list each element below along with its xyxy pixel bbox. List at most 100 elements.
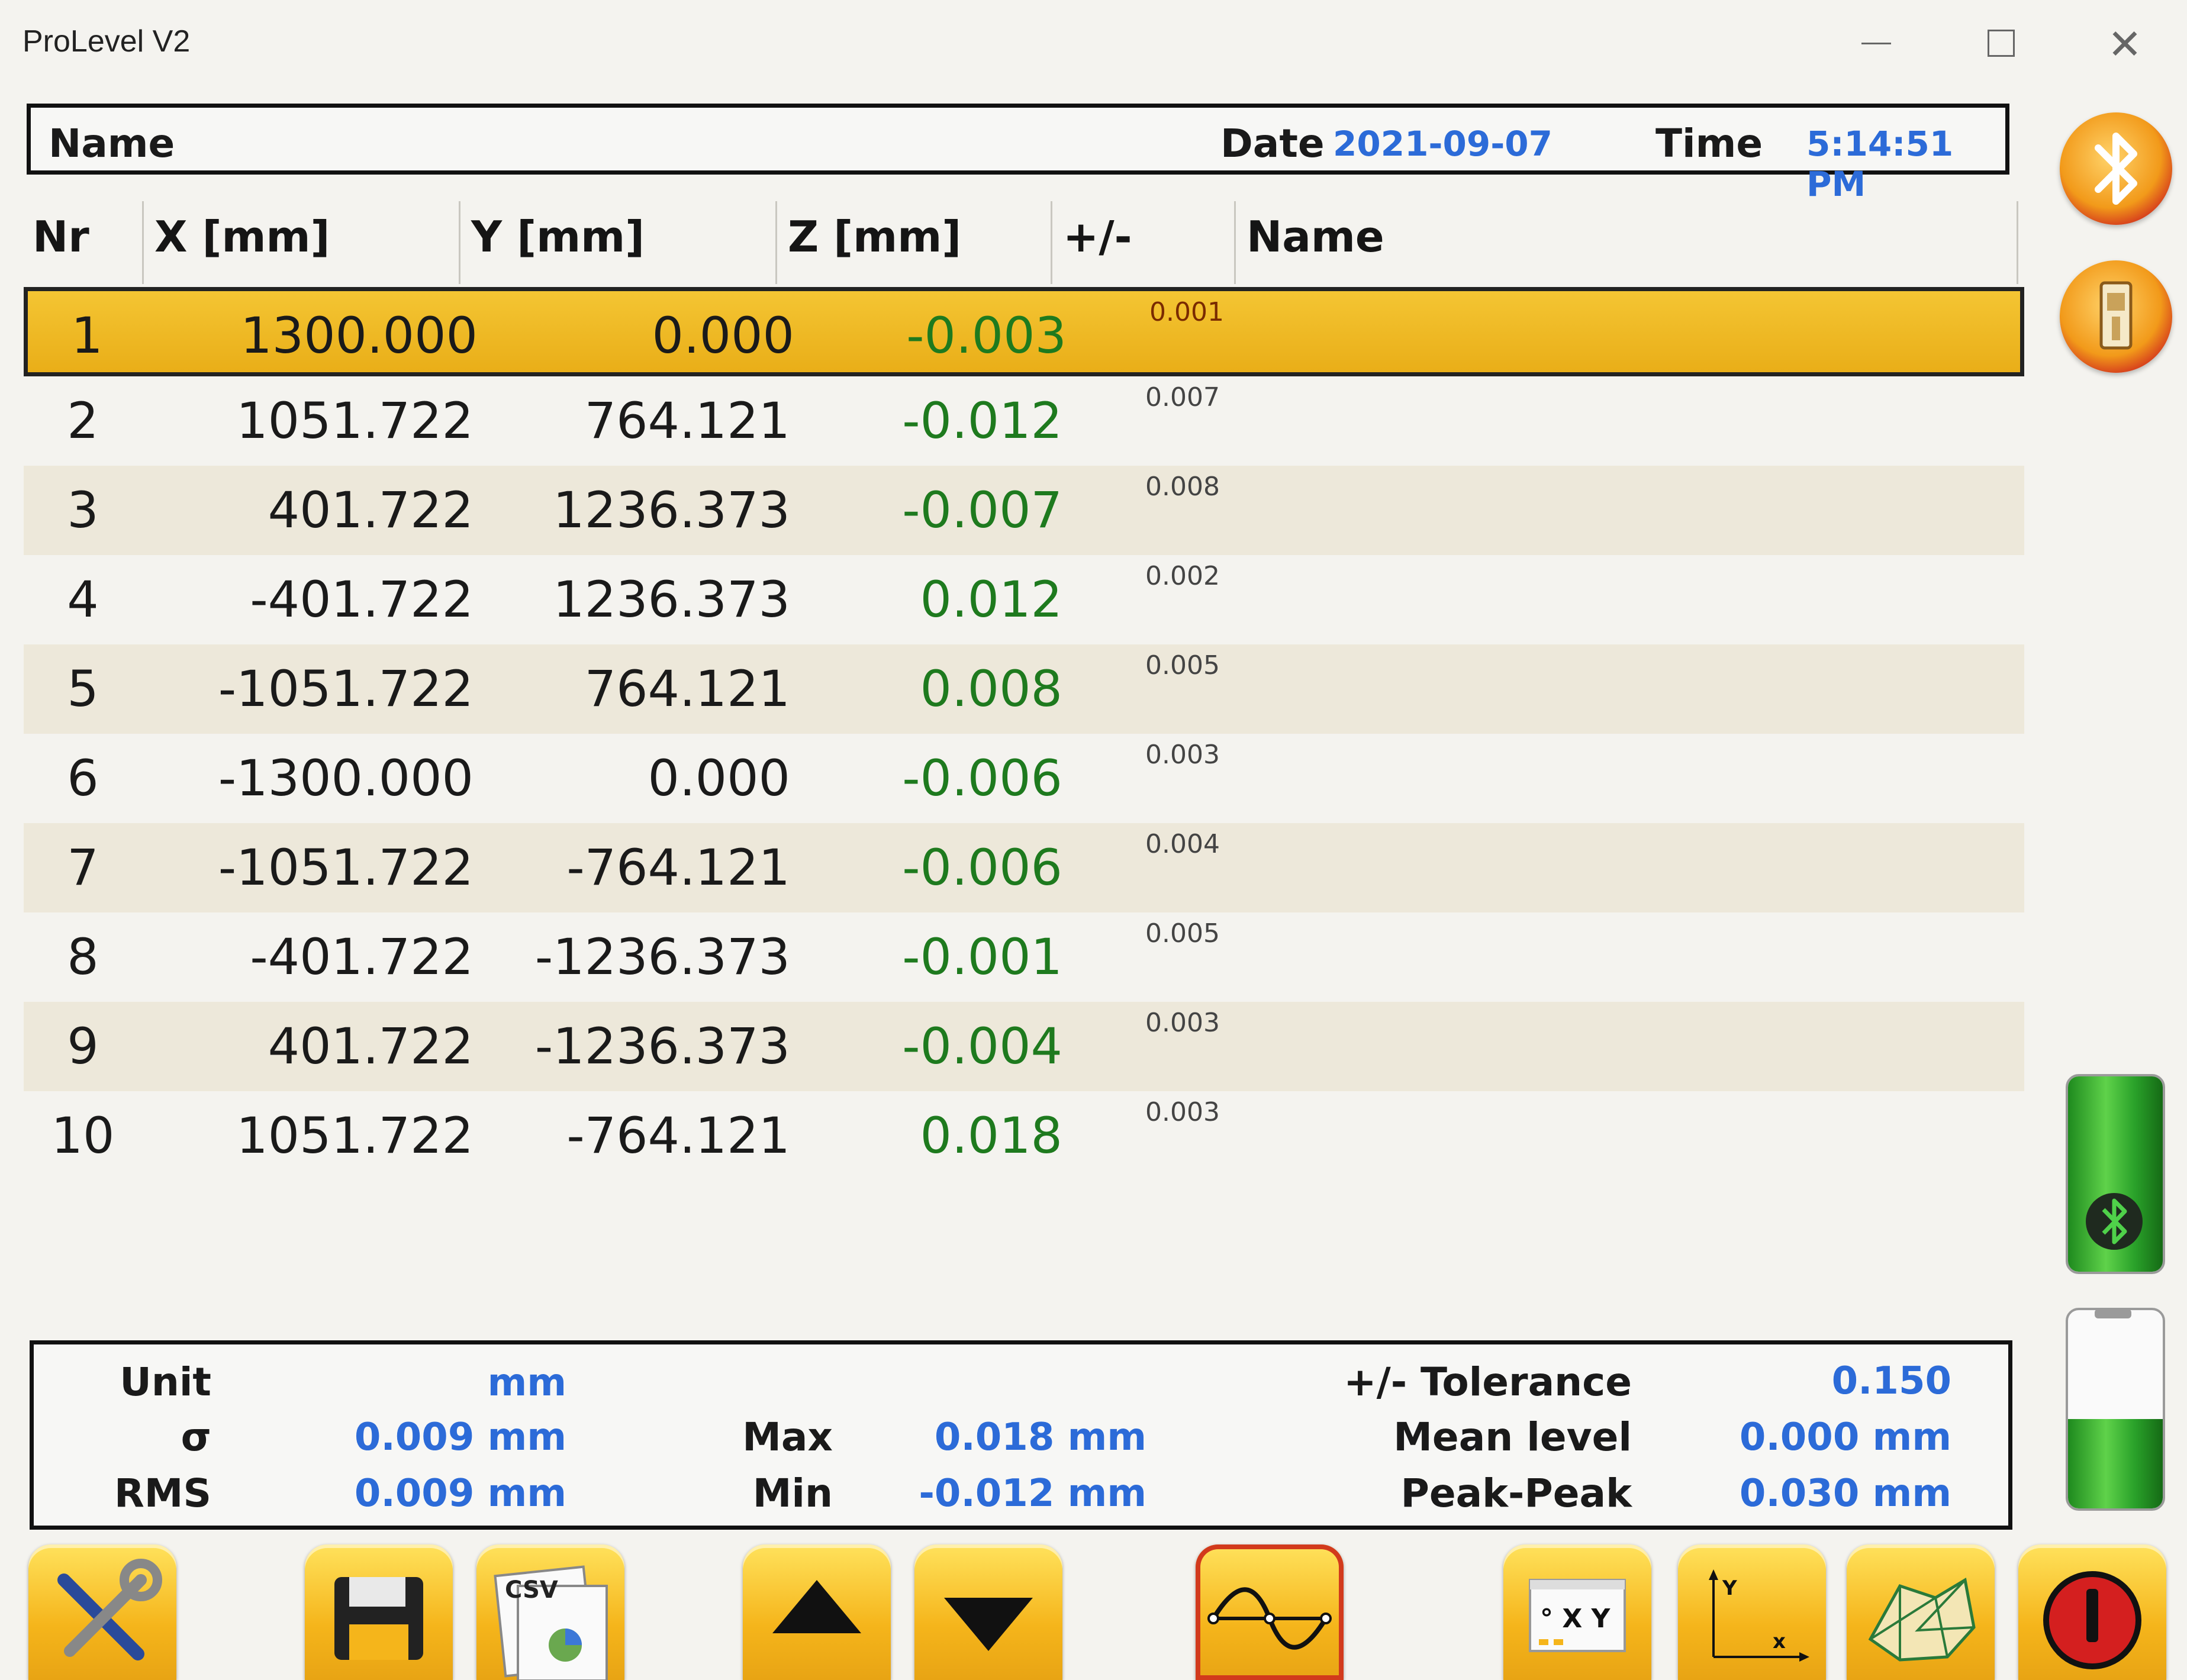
settings-button[interactable] — [28, 1544, 176, 1680]
cell-z: 0.018 — [920, 1107, 1062, 1165]
xy-window-icon: ° X Y — [1529, 1579, 1626, 1652]
cell-tolerance: 0.001 — [1149, 297, 1224, 327]
table-row[interactable]: 6 -1300.000 0.000 -0.006 0.003 — [24, 734, 2024, 823]
move-down-button[interactable] — [914, 1544, 1062, 1680]
save-button[interactable] — [305, 1544, 453, 1680]
bluetooth-icon — [2086, 1193, 2143, 1250]
cell-x: -401.722 — [250, 928, 474, 986]
cell-y: 764.121 — [584, 660, 790, 718]
cell-z: -0.012 — [902, 392, 1062, 450]
cell-y: -1236.373 — [534, 1017, 790, 1075]
cell-tolerance: 0.003 — [1145, 1008, 1220, 1038]
cell-y: -764.121 — [566, 1107, 790, 1165]
cell-tolerance: 0.004 — [1145, 829, 1220, 859]
arrow-down-icon — [944, 1598, 1033, 1651]
csv-document-icon: CSV — [494, 1565, 608, 1680]
cell-tolerance: 0.003 — [1145, 1097, 1220, 1127]
sigma-label: σ — [181, 1414, 211, 1460]
cell-tolerance: 0.003 — [1145, 740, 1220, 770]
title-bar: ProLevel V2 ✕ — [0, 0, 2187, 89]
floppy-disk-icon — [334, 1577, 423, 1660]
cell-nr: 9 — [67, 1017, 99, 1075]
cell-nr: 7 — [67, 839, 99, 897]
close-button[interactable]: ✕ — [2095, 18, 2154, 71]
cell-tolerance: 0.008 — [1145, 472, 1220, 502]
table-row[interactable]: 5 -1051.722 764.121 0.008 0.005 — [24, 644, 2024, 734]
cell-y: -1236.373 — [534, 928, 790, 986]
device-battery-indicator — [2066, 1074, 2165, 1274]
arrow-up-icon — [772, 1580, 861, 1633]
cell-nr: 10 — [51, 1107, 115, 1165]
cell-z: -0.004 — [902, 1017, 1062, 1075]
mean-level-value: 0.000 mm — [1739, 1415, 1951, 1459]
cell-z: -0.001 — [902, 928, 1062, 986]
cell-x: -401.722 — [250, 570, 474, 628]
column-header-x[interactable]: X [mm] — [142, 201, 459, 284]
max-label: Max — [742, 1414, 833, 1460]
date-value: 2021-09-07 — [1333, 124, 1553, 164]
tolerance-value[interactable]: 0.150 — [1703, 1359, 1951, 1403]
table-row[interactable]: 1 1300.000 0.000 -0.003 0.001 — [24, 287, 2024, 376]
name-label: Name — [49, 121, 175, 166]
date-label: Date — [1220, 121, 1325, 166]
sine-wave-icon — [1207, 1587, 1332, 1650]
table-row[interactable]: 4 -401.722 1236.373 0.012 0.002 — [24, 555, 2024, 644]
table-row[interactable]: 2 1051.722 764.121 -0.012 0.007 — [24, 376, 2024, 466]
mean-level-label: Mean level — [1393, 1414, 1632, 1460]
move-up-button[interactable] — [743, 1544, 891, 1680]
app-window: ProLevel V2 ✕ Name Date 2021-09-07 Time … — [0, 0, 2187, 1680]
cell-z: -0.006 — [902, 749, 1062, 807]
cell-x: 1300.000 — [240, 307, 478, 365]
column-header-nr[interactable]: Nr — [24, 201, 142, 284]
cell-z: -0.007 — [902, 481, 1062, 539]
maximize-button[interactable] — [1971, 18, 2030, 71]
column-header-name[interactable]: Name — [1234, 201, 2018, 284]
cell-nr: 6 — [67, 749, 99, 807]
level-device-icon — [2099, 281, 2133, 350]
surface-map-button[interactable] — [1847, 1544, 1995, 1680]
bluetooth-icon — [2095, 133, 2137, 205]
svg-text:x: x — [1773, 1630, 1786, 1653]
table-row[interactable]: 10 1051.722 -764.121 0.018 0.003 — [24, 1091, 2024, 1181]
3d-surface-icon — [1868, 1578, 1976, 1662]
unit-label: Unit — [120, 1359, 211, 1405]
minimize-button[interactable] — [1847, 18, 1906, 71]
max-value: 0.018 mm — [934, 1415, 1146, 1459]
xy-label: ° X Y — [1540, 1604, 1611, 1634]
cell-tolerance: 0.005 — [1145, 650, 1220, 681]
wave-profile-button[interactable] — [1196, 1544, 1344, 1680]
tolerance-label: +/- Tolerance — [1344, 1359, 1632, 1405]
svg-text:Y: Y — [1722, 1576, 1737, 1600]
power-icon — [2043, 1571, 2141, 1669]
table-row[interactable]: 8 -401.722 -1236.373 -0.001 0.005 — [24, 912, 2024, 1002]
export-csv-button[interactable]: CSV — [476, 1544, 624, 1680]
cell-y: 1236.373 — [553, 570, 790, 628]
cell-y: -764.121 — [566, 839, 790, 897]
table-row[interactable]: 3 401.722 1236.373 -0.007 0.008 — [24, 466, 2024, 555]
table-row[interactable]: 7 -1051.722 -764.121 -0.006 0.004 — [24, 823, 2024, 912]
column-header-y[interactable]: Y [mm] — [459, 201, 775, 284]
csv-label: CSV — [505, 1576, 558, 1604]
cell-nr: 8 — [67, 928, 99, 986]
peak-peak-value: 0.030 mm — [1739, 1472, 1951, 1515]
table-row[interactable]: 9 401.722 -1236.373 -0.004 0.003 — [24, 1002, 2024, 1091]
time-value: 5:14:51 PM — [1806, 124, 1954, 204]
cell-nr: 2 — [67, 392, 99, 450]
cell-z: -0.006 — [902, 839, 1062, 897]
bluetooth-button[interactable] — [2060, 112, 2172, 225]
column-header-z[interactable]: Z [mm] — [775, 201, 1051, 284]
min-value: -0.012 mm — [919, 1472, 1146, 1515]
cell-tolerance: 0.005 — [1145, 918, 1220, 949]
statistics-panel: Unit mm σ 0.009 mm RMS 0.009 mm Max 0.01… — [30, 1340, 2012, 1530]
rms-value: 0.009 mm — [354, 1472, 566, 1515]
power-button[interactable] — [2018, 1544, 2166, 1680]
cell-y: 764.121 — [584, 392, 790, 450]
sigma-value: 0.009 mm — [354, 1415, 566, 1459]
device-button[interactable] — [2060, 260, 2172, 373]
cell-tolerance: 0.007 — [1145, 382, 1220, 412]
xy-coordinates-button[interactable]: ° X Y — [1503, 1544, 1651, 1680]
cell-z: -0.003 — [906, 307, 1067, 365]
measurement-header: Name Date 2021-09-07 Time 5:14:51 PM — [27, 104, 2009, 204]
measurement-table: 1 1300.000 0.000 -0.003 0.001 2 1051.722 764.12… — [24, 287, 2024, 1181]
axis-view-button[interactable]: Y x — [1678, 1544, 1826, 1680]
